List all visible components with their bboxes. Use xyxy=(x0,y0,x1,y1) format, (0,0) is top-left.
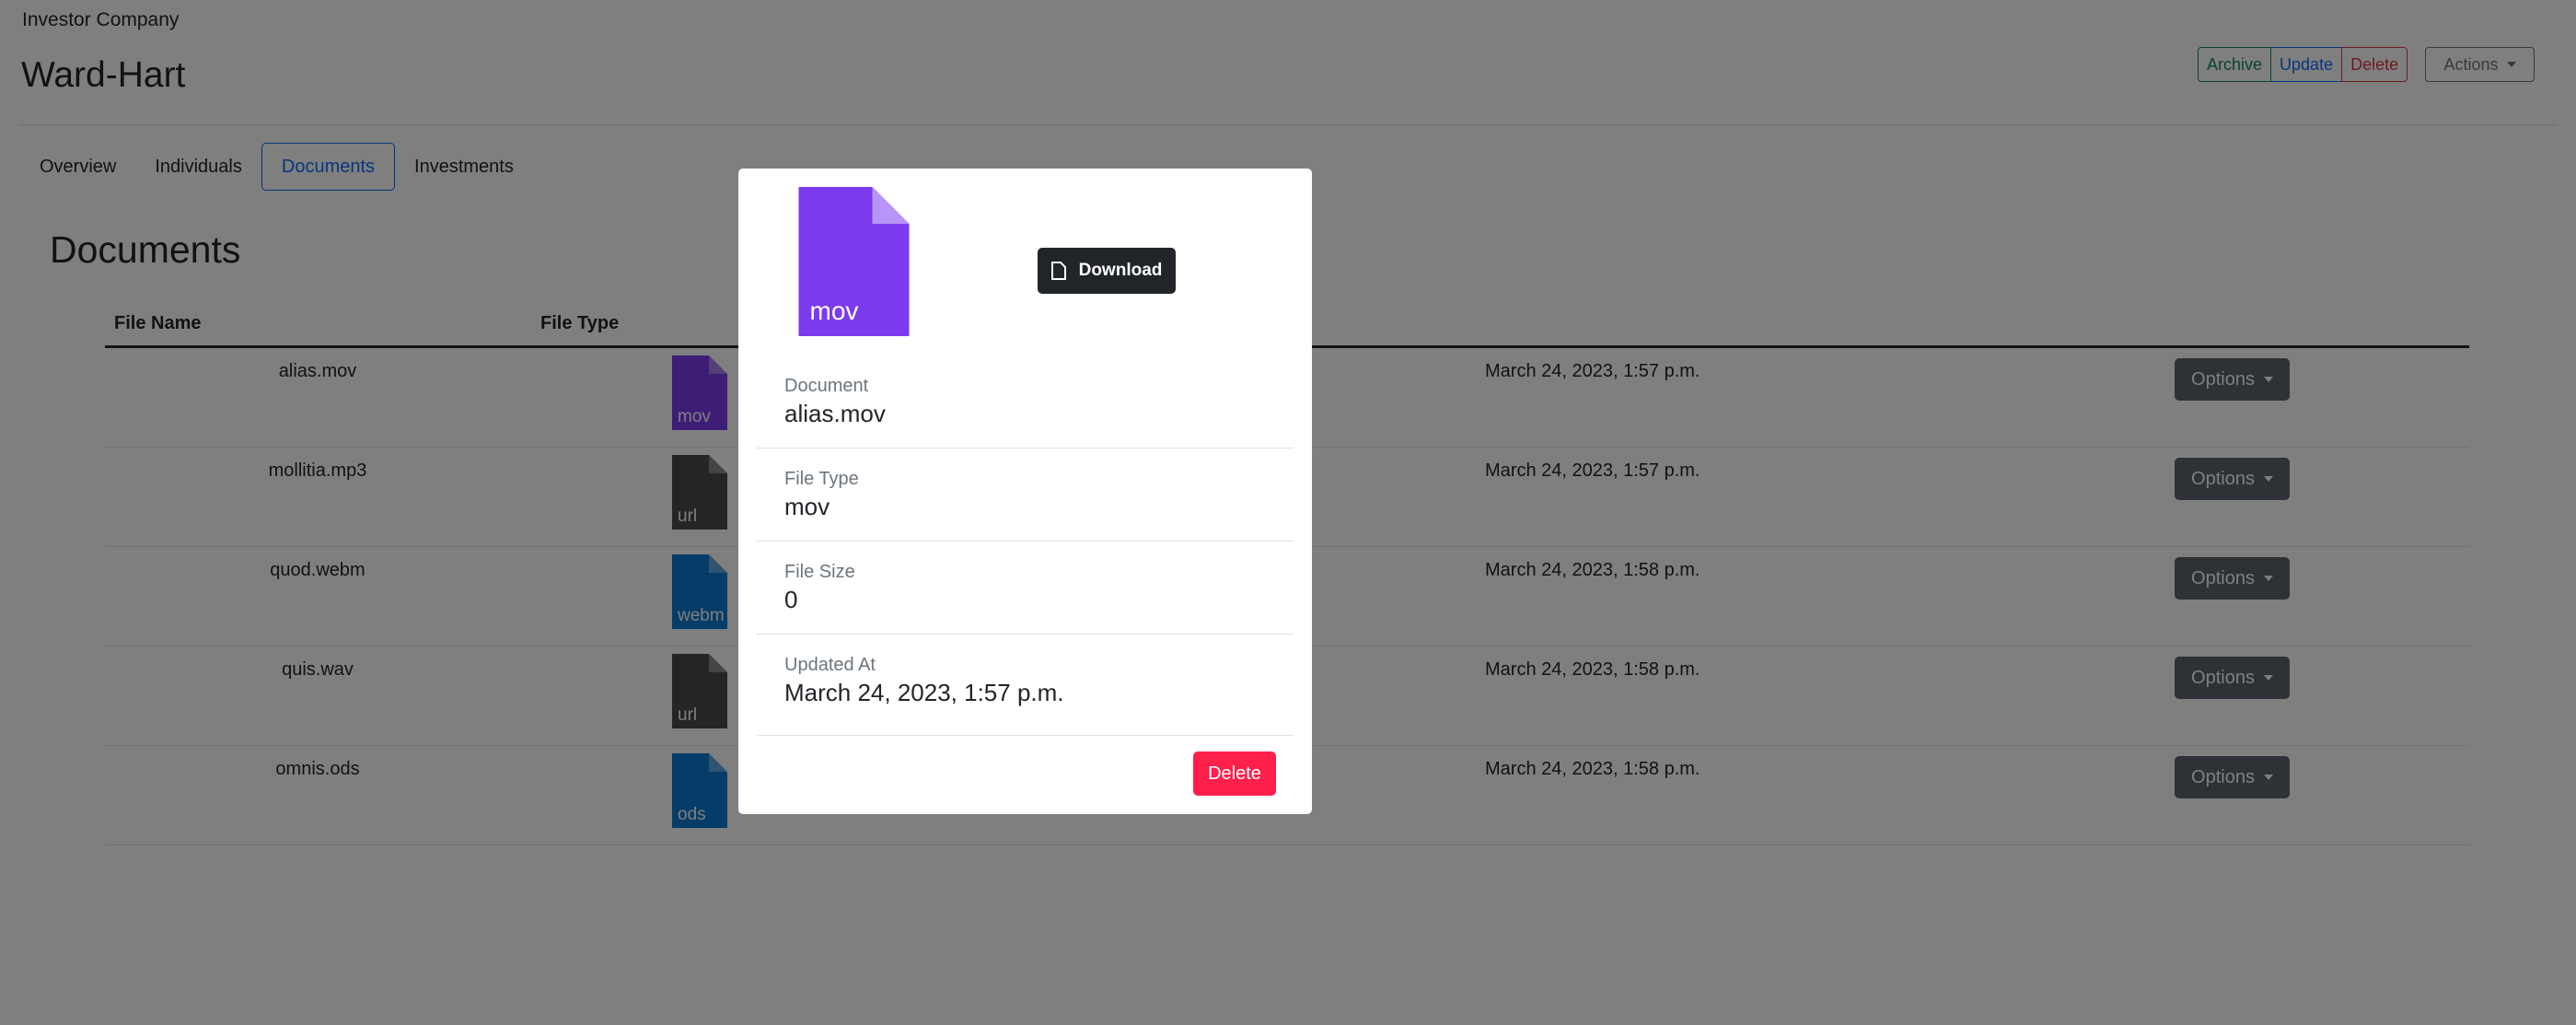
download-button[interactable]: Download xyxy=(1038,248,1176,294)
detail-label: Updated At xyxy=(784,655,876,675)
detail-file-size: File Size 0 xyxy=(757,542,1294,635)
file-icon xyxy=(1050,262,1066,280)
detail-value: March 24, 2023, 1:57 p.m. xyxy=(784,679,1064,706)
file-icon: mov xyxy=(798,187,910,336)
detail-value: alias.mov xyxy=(784,400,886,427)
detail-value: 0 xyxy=(784,586,798,613)
file-icon-label: mov xyxy=(810,297,859,325)
document-detail-modal: mov Download Document alias.mov File Typ… xyxy=(738,169,1312,814)
delete-document-button[interactable]: Delete xyxy=(1193,751,1276,796)
download-label: Download xyxy=(1078,261,1163,280)
detail-file-type: File Type mov xyxy=(757,448,1294,542)
detail-label: File Size xyxy=(784,562,855,582)
detail-value: mov xyxy=(784,493,830,520)
detail-label: Document xyxy=(784,376,869,396)
detail-updated-at: Updated At March 24, 2023, 1:57 p.m. xyxy=(757,635,1294,736)
detail-label: File Type xyxy=(784,469,859,489)
detail-document: Document alias.mov xyxy=(757,355,1294,448)
